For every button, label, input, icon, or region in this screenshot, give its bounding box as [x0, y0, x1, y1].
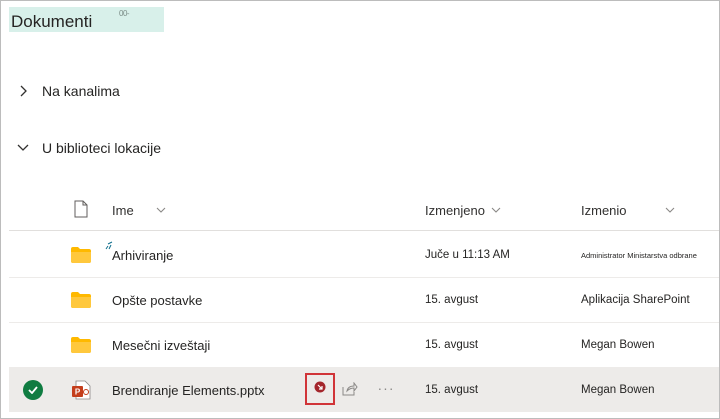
file-name[interactable]: Brendiranje Elements.pptx — [112, 368, 302, 412]
folder-icon — [67, 323, 95, 367]
document-icon — [74, 200, 88, 221]
section-site-library-label: U biblioteci lokacije — [42, 140, 162, 156]
modified-by: Megan Bowen — [581, 384, 655, 396]
selected-checkmark-icon[interactable] — [23, 380, 43, 400]
modified-date: Juče u 11:13 AM — [425, 249, 510, 261]
sync-arrow-icon — [314, 380, 326, 398]
section-site-library[interactable]: U biblioteci lokacije — [15, 137, 161, 159]
folder-icon — [67, 278, 95, 322]
file-name[interactable]: Mesečni izveštaji — [112, 323, 302, 367]
chevron-right-icon — [15, 83, 31, 99]
chevron-down-icon — [665, 207, 675, 214]
file-name-label: Arhiviranje — [112, 247, 174, 263]
file-name-label: Opšte postavke — [112, 292, 203, 308]
section-channels[interactable]: Na kanalima — [15, 80, 120, 102]
title-badge: 00- — [119, 9, 130, 18]
section-channels-label: Na kanalima — [42, 83, 120, 99]
file-name[interactable]: Opšte postavke — [112, 278, 302, 322]
modified-date: 15. avgust — [425, 339, 479, 351]
share-icon[interactable] — [341, 381, 359, 397]
column-modified-label: Izmenjeno — [425, 203, 485, 218]
modified-by: Megan Bowen — [581, 339, 655, 351]
column-modified-by-label: Izmenio — [581, 203, 627, 218]
table-row[interactable]: Mesečni izveštaji 15. avgust Megan Bowen — [9, 323, 719, 368]
modified-by: Aplikacija SharePoint — [581, 294, 690, 306]
column-modified[interactable]: Izmenjeno — [425, 191, 565, 230]
chevron-down-icon — [15, 140, 31, 156]
table-header: Ime Izmenjeno Izmenio — [9, 191, 719, 231]
file-name-label: Brendiranje Elements.pptx — [112, 382, 265, 398]
column-type[interactable] — [67, 191, 95, 230]
modified-date: 15. avgust — [425, 384, 479, 396]
chevron-down-icon — [491, 207, 501, 214]
modified-by: Administrator Ministarstva odbrane — [581, 250, 697, 260]
document-library-window: 00- Dokumenti Na kanalima U biblioteci l… — [0, 0, 720, 419]
file-name-label: Mesečni izveštaji — [112, 337, 211, 353]
folder-icon — [67, 233, 95, 277]
page-title: Dokumenti — [11, 12, 93, 31]
more-options-icon[interactable]: ··· — [377, 378, 395, 398]
column-modified-by[interactable]: Izmenio — [581, 191, 717, 230]
column-name[interactable]: Ime — [112, 191, 302, 230]
title-area: 00- Dokumenti — [9, 7, 164, 32]
chevron-down-icon — [156, 207, 166, 214]
table-row[interactable]: Arhiviranje Juče u 11:13 AM Administrato… — [9, 233, 719, 278]
table-row[interactable]: Opšte postavke 15. avgust Aplikacija Sha… — [9, 278, 719, 323]
sync-status-button[interactable] — [305, 373, 335, 405]
powerpoint-icon: P — [67, 368, 95, 412]
modified-date: 15. avgust — [425, 294, 479, 306]
table-row-selected[interactable]: P Brendiranje Elements.pptx ··· 15. avgu… — [9, 368, 719, 412]
column-name-label: Ime — [112, 203, 134, 218]
svg-text:P: P — [75, 388, 81, 397]
file-name[interactable]: Arhiviranje — [112, 233, 302, 277]
